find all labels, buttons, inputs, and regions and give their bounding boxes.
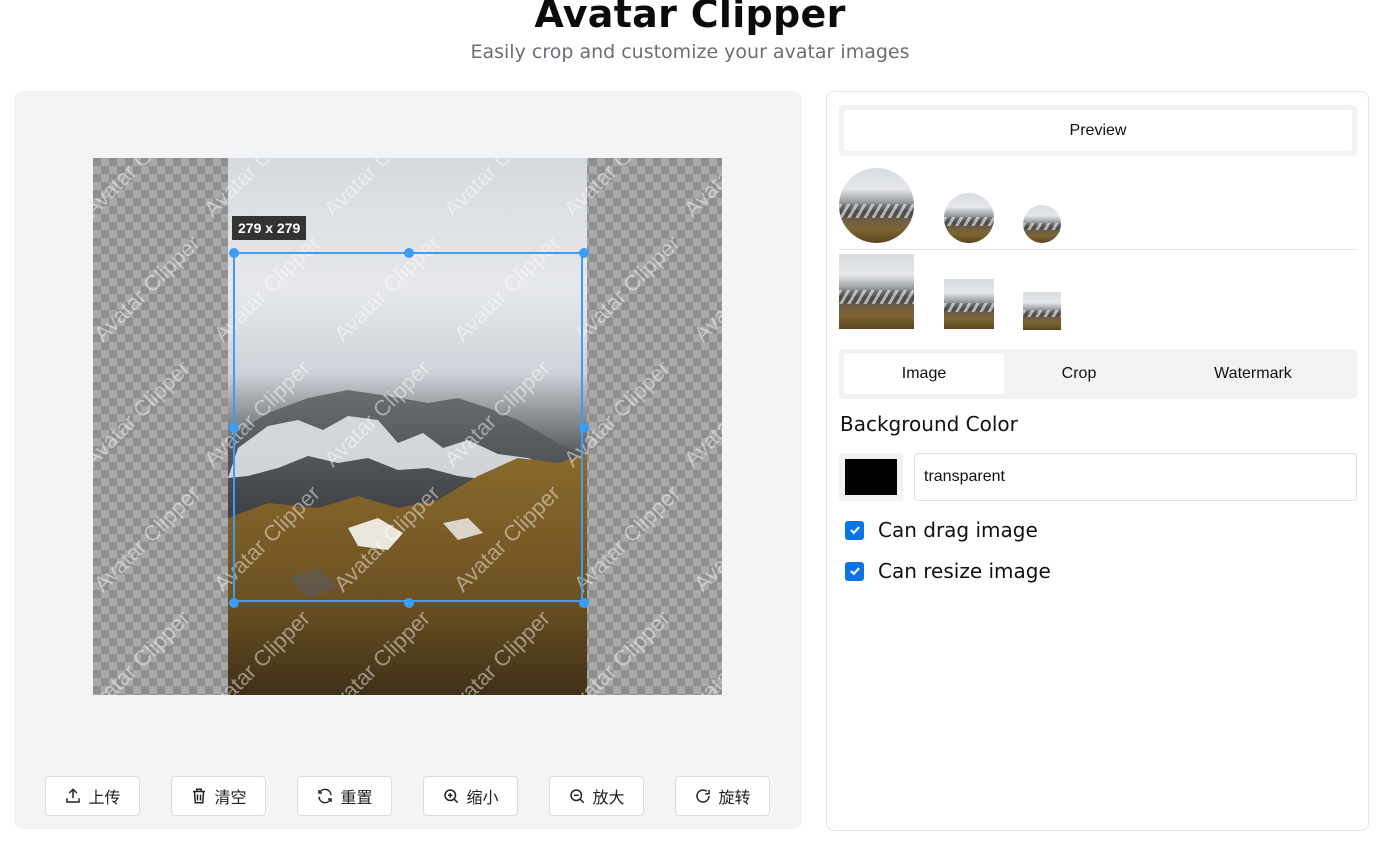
watermark-text: Avatar Clipper: [93, 606, 195, 695]
resize-image-checkbox[interactable]: [845, 561, 864, 581]
clear-button-label: 清空: [214, 788, 247, 807]
resize-handle-bottom-left[interactable]: [229, 598, 239, 608]
option-drag-image[interactable]: Can drag image: [845, 518, 1038, 542]
background-color-label: Background Color: [840, 412, 1018, 436]
resize-handle-right[interactable]: [579, 423, 589, 433]
watermark-text: Avatar Clipper: [679, 606, 722, 695]
clear-button[interactable]: 清空: [171, 776, 266, 816]
color-swatch[interactable]: [845, 459, 897, 495]
refresh-icon: [318, 788, 333, 804]
resize-handle-bottom-right[interactable]: [579, 598, 589, 608]
preview-square-large: [839, 254, 914, 329]
preview-square-small: [1023, 292, 1061, 330]
watermark-text: Avatar Clipper: [679, 356, 722, 472]
app-subtitle: Easily crop and customize your avatar im…: [470, 41, 910, 63]
resize-handle-bottom[interactable]: [404, 598, 414, 608]
rotate-button-label: 旋转: [718, 788, 751, 807]
drag-image-checkbox[interactable]: [845, 520, 864, 540]
watermark-text: Avatar Clipper: [679, 158, 722, 222]
zoom-out-button-label: 缩小: [466, 788, 499, 807]
background-color-input[interactable]: [914, 453, 1357, 501]
tab-watermark[interactable]: Watermark: [1169, 354, 1337, 394]
rotate-icon: [696, 789, 711, 803]
upload-button-label: 上传: [88, 788, 121, 807]
watermark-text: Avatar Clipper: [93, 356, 195, 472]
preview-square-medium: [944, 279, 994, 329]
preview-tab-bar: Preview: [839, 105, 1357, 156]
upload-button[interactable]: 上传: [45, 776, 140, 816]
settings-tabs: Image Crop Watermark: [839, 349, 1357, 399]
color-picker[interactable]: [839, 453, 903, 501]
resize-handle-left[interactable]: [229, 423, 239, 433]
watermark-text: Avatar Clipper: [93, 231, 205, 347]
tab-preview[interactable]: Preview: [844, 110, 1352, 151]
trash-icon: [193, 788, 206, 804]
zoom-in-icon: [444, 789, 459, 804]
rotate-button[interactable]: 旋转: [675, 776, 770, 816]
resize-handle-top-right[interactable]: [579, 248, 589, 258]
reset-button[interactable]: 重置: [297, 776, 392, 816]
editor-panel: Avatar ClipperAvatar ClipperAvatar Clipp…: [14, 91, 802, 829]
zoom-in-button[interactable]: 放大: [549, 776, 644, 816]
resize-handle-top[interactable]: [404, 248, 414, 258]
preview-circle-small: [1023, 205, 1061, 243]
checkmark-icon: [849, 526, 860, 535]
resize-image-label: Can resize image: [878, 559, 1051, 583]
preview-circle-large: [839, 168, 914, 243]
option-resize-image[interactable]: Can resize image: [845, 559, 1051, 583]
watermark-text: Avatar Clipper: [93, 481, 205, 597]
watermark-text: Avatar Clipper: [93, 158, 195, 222]
checkmark-icon: [849, 567, 860, 576]
resize-handle-top-left[interactable]: [229, 248, 239, 258]
crop-size-badge: 279 x 279: [232, 216, 307, 240]
tab-image[interactable]: Image: [844, 354, 1004, 394]
reset-button-label: 重置: [340, 788, 373, 807]
app-title: Avatar Clipper: [534, 0, 846, 36]
drag-image-label: Can drag image: [878, 518, 1038, 542]
crop-selection[interactable]: [229, 248, 589, 608]
zoom-out-icon: [570, 789, 585, 804]
crop-canvas[interactable]: Avatar ClipperAvatar ClipperAvatar Clipp…: [93, 158, 722, 695]
preview-divider: [839, 249, 1357, 250]
zoom-in-button-label: 放大: [592, 788, 625, 807]
settings-panel: Preview Image Crop Watermark Background …: [826, 91, 1369, 831]
watermark-text: Avatar Clipper: [689, 231, 722, 347]
preview-circle-medium: [944, 193, 994, 243]
tab-crop[interactable]: Crop: [1004, 354, 1154, 394]
zoom-out-button[interactable]: 缩小: [423, 776, 518, 816]
upload-icon: [66, 788, 81, 803]
watermark-text: Avatar Clipper: [689, 481, 722, 597]
